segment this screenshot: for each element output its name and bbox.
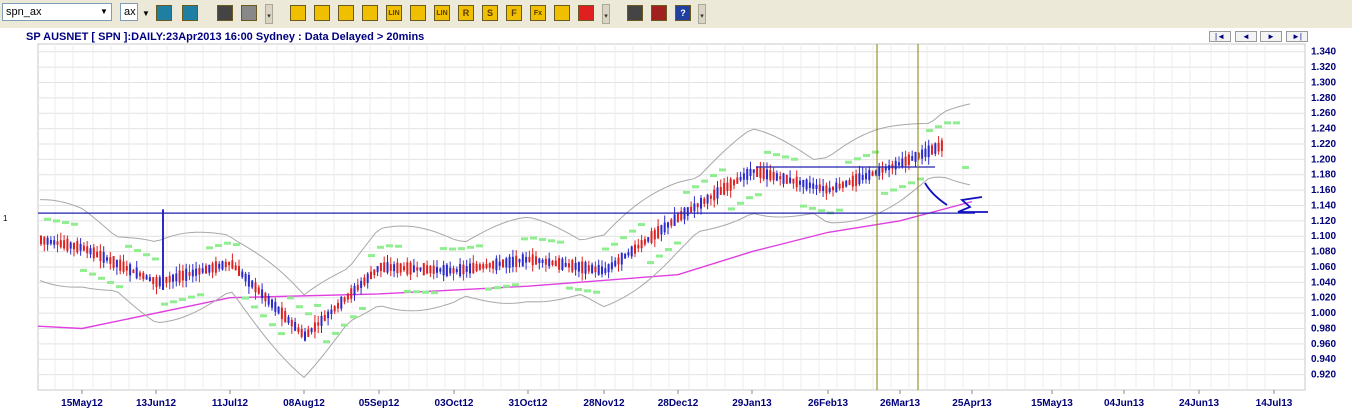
find-button[interactable] <box>216 4 234 22</box>
channel-tool-button[interactable] <box>409 4 427 22</box>
line-label-tool-button[interactable]: LIN <box>385 4 403 22</box>
nav-last-button[interactable]: ►| <box>1286 31 1308 42</box>
diagonal-line-icon <box>314 5 330 21</box>
fibonacci-tool-button[interactable]: F <box>505 4 523 22</box>
edit-button[interactable] <box>626 4 644 22</box>
main-toolbar: spn_ax ▼ ax ▼ LIN LIN R S F Fx? ▾ ▾ ▾ <box>0 0 1352 29</box>
chevron-down-icon[interactable]: ▼ <box>97 4 111 20</box>
exchange-value: ax <box>124 6 136 18</box>
cycle-tool-button[interactable] <box>553 4 571 22</box>
nav-first-button[interactable]: |◄ <box>1209 31 1231 42</box>
go-button[interactable] <box>155 4 173 22</box>
retracement-tool-button[interactable]: R <box>457 4 475 22</box>
fx-tool-button[interactable]: Fx <box>529 4 547 22</box>
horizontal-line-tool-button[interactable] <box>337 4 355 22</box>
chart-title: SP AUSNET [ SPN ]:DAILY:23Apr2013 16:00 … <box>26 31 425 43</box>
delete-drawing-button[interactable] <box>577 4 595 22</box>
lin-icon: LIN <box>434 5 450 21</box>
compare-button[interactable] <box>240 4 258 22</box>
horizontal-line-icon <box>338 5 354 21</box>
help-button[interactable]: ? <box>674 4 692 22</box>
chart-panel <box>0 28 1352 415</box>
toolbar-grip-3[interactable]: ▾ <box>698 4 706 24</box>
s-icon: S <box>482 5 498 21</box>
r-icon: R <box>458 5 474 21</box>
toolbar-grip-2[interactable]: ▾ <box>602 4 610 24</box>
left-marker: 1 <box>3 214 8 223</box>
s-tool-button[interactable]: S <box>481 4 499 22</box>
fx-icon: Fx <box>530 5 546 21</box>
pencil-icon <box>627 5 643 21</box>
refresh-button[interactable] <box>181 4 199 22</box>
refresh-icon <box>182 5 198 21</box>
book-icon <box>651 5 667 21</box>
line-label-2-tool-button[interactable]: LIN <box>433 4 451 22</box>
symbol-combo[interactable]: spn_ax ▼ <box>2 3 112 21</box>
compare-icon <box>241 5 257 21</box>
symbol-value: spn_ax <box>6 6 42 18</box>
vertical-line-tool-button[interactable] <box>361 4 379 22</box>
nav-next-button[interactable]: ► <box>1260 31 1282 42</box>
cycle-icon <box>554 5 570 21</box>
pointer-icon <box>290 5 306 21</box>
pointer-tool-button[interactable] <box>289 4 307 22</box>
go-arrow-icon <box>156 5 172 21</box>
exchange-combo[interactable]: ax <box>120 3 138 21</box>
trendline-tool-button[interactable] <box>313 4 331 22</box>
fib-icon: F <box>506 5 522 21</box>
red-x-icon <box>578 5 594 21</box>
lin-icon: LIN <box>386 5 402 21</box>
channel-icon <box>410 5 426 21</box>
exchange-dropdown-button[interactable]: ▼ <box>139 4 153 22</box>
vertical-line-icon <box>362 5 378 21</box>
book-button[interactable] <box>650 4 668 22</box>
nav-prev-button[interactable]: ◄ <box>1235 31 1257 42</box>
toolbar-grip-1[interactable]: ▾ <box>265 4 273 24</box>
help-icon: ? <box>675 5 691 21</box>
binoculars-icon <box>217 5 233 21</box>
